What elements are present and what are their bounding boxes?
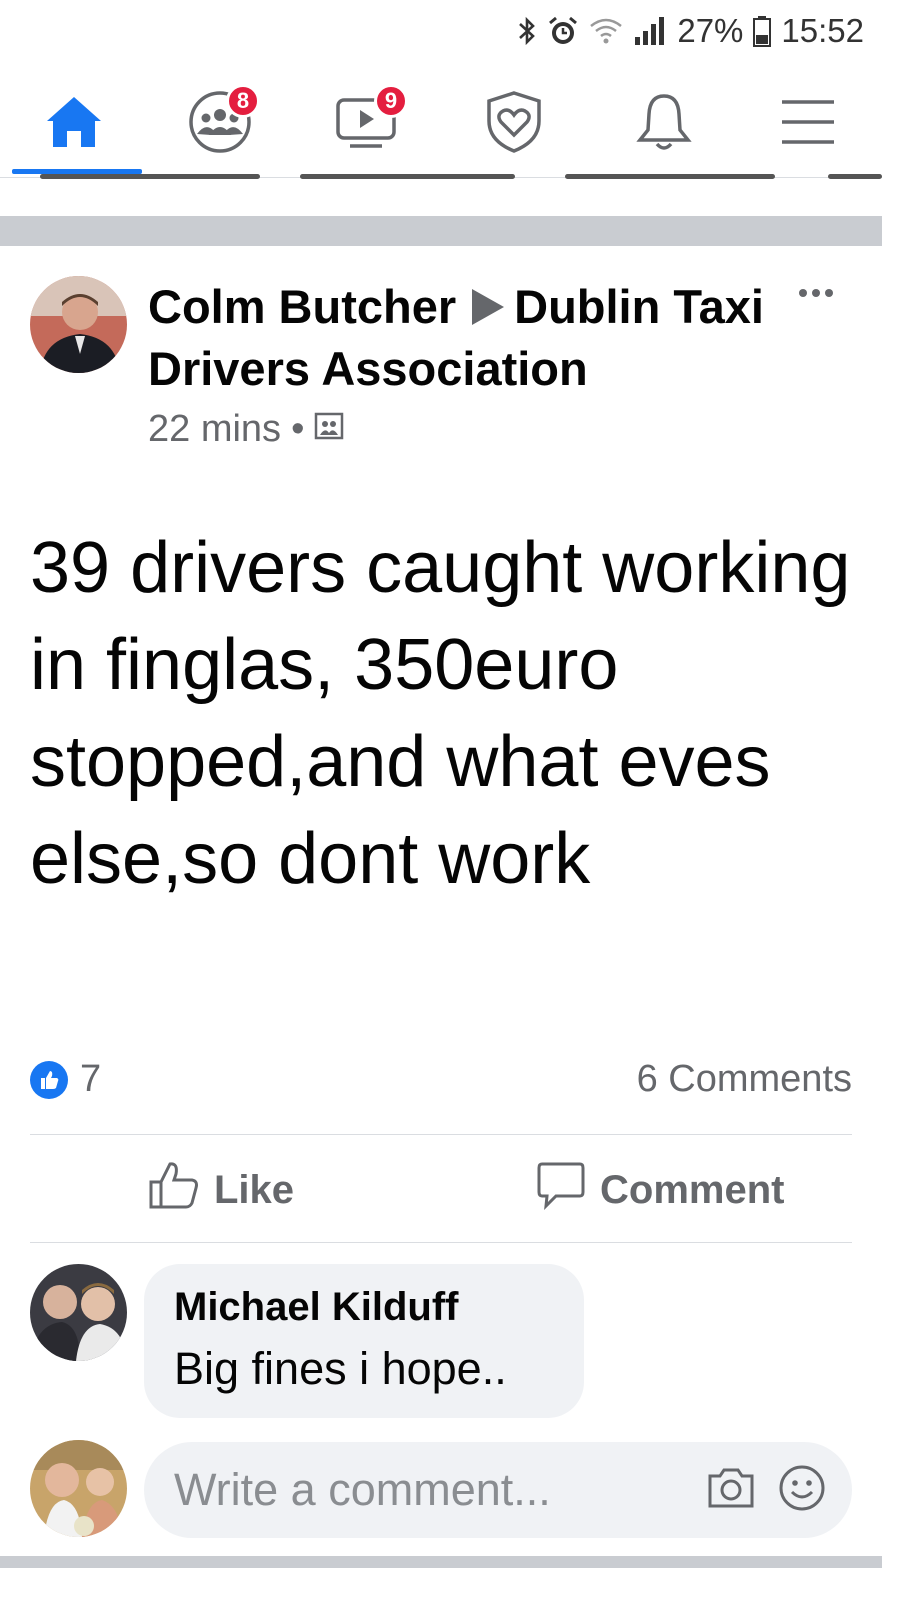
stories-strip-edge [0, 172, 882, 184]
comment-label: Comment [600, 1167, 785, 1212]
like-label: Like [214, 1167, 295, 1212]
post-options-button[interactable] [790, 278, 842, 308]
comments-count[interactable]: 6 Comments [637, 1058, 852, 1101]
author-avatar[interactable] [30, 276, 127, 373]
comment-composer[interactable]: Write a comment... [144, 1442, 852, 1538]
status-bar: 27% 15:52 [0, 0, 882, 62]
reaction-count: 7 [80, 1058, 102, 1100]
nav-dating[interactable] [444, 72, 584, 176]
like-button[interactable]: Like [148, 1160, 294, 1220]
alarm-icon [547, 15, 579, 47]
commenter-name[interactable]: Michael Kilduff [174, 1282, 554, 1332]
more-dot-icon [812, 289, 820, 297]
post-text: 39 drivers caught working in finglas, 35… [30, 528, 851, 899]
post-meta: 22 mins • [148, 408, 344, 451]
bluetooth-icon [517, 15, 537, 47]
author-name[interactable]: Colm Butcher [148, 280, 456, 333]
current-user-avatar [30, 1440, 127, 1537]
like-reaction-icon [30, 1060, 68, 1099]
camera-icon[interactable] [706, 1466, 756, 1515]
battery-percent: 27% [677, 12, 744, 49]
post-author-line: Colm Butcher Dublin Taxi Drivers Associat… [148, 276, 768, 400]
nav-menu[interactable] [738, 72, 878, 176]
signal-icon [633, 15, 667, 47]
comment-text: Big fines i hope.. [174, 1343, 507, 1394]
hamburger-icon [780, 98, 836, 151]
group-audience-icon [314, 408, 344, 451]
nav-watch[interactable]: 9 [296, 72, 436, 176]
divider [30, 1134, 852, 1135]
shield-heart-icon [483, 89, 545, 160]
comment-button[interactable]: Comment [536, 1160, 784, 1220]
comment-bubble[interactable]: Michael Kilduff Big fines i hope.. [144, 1264, 584, 1418]
comment-bubble-icon [536, 1160, 586, 1220]
shared-to-arrow-icon [472, 289, 505, 325]
bell-icon [636, 90, 692, 159]
groups-badge: 8 [226, 84, 260, 118]
wifi-icon [589, 15, 623, 47]
more-dot-icon [799, 289, 807, 297]
watch-badge: 9 [374, 84, 408, 118]
more-dot-icon [825, 289, 833, 297]
nav-groups[interactable]: 8 [150, 72, 290, 176]
divider [30, 1242, 852, 1243]
nav-home[interactable] [4, 72, 144, 176]
feed-separator-bottom [0, 1556, 882, 1568]
post-timestamp[interactable]: 22 mins [148, 408, 281, 451]
meta-separator: • [291, 408, 305, 450]
clock: 15:52 [781, 12, 864, 49]
emoji-icon[interactable] [778, 1464, 826, 1517]
nav-notifications[interactable] [594, 72, 734, 176]
comment-input[interactable]: Write a comment... [174, 1464, 706, 1516]
top-nav-bar: 8 9 [0, 72, 882, 178]
battery-icon [753, 15, 772, 47]
commenter-avatar[interactable] [30, 1264, 127, 1361]
thumbs-up-icon [148, 1160, 200, 1220]
feed-separator [0, 216, 882, 246]
home-icon [43, 91, 105, 158]
reaction-summary[interactable]: 7 [30, 1058, 101, 1101]
